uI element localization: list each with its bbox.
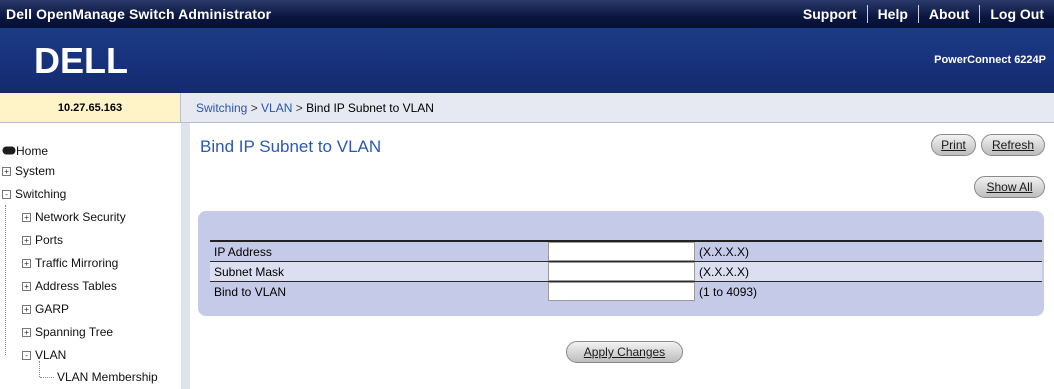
ip-address-label: IP Address	[210, 241, 548, 262]
bind-to-vlan-field[interactable]	[548, 282, 695, 301]
subnet-mask-hint: (X.X.X.X)	[695, 261, 1042, 282]
print-button[interactable]: Print	[931, 134, 976, 156]
breadcrumb-switching[interactable]: Switching	[196, 101, 247, 115]
breadcrumb-separator: >	[295, 101, 307, 115]
sidebar-item-label: GARP	[35, 302, 70, 316]
sidebar-item-label: Traffic Mirroring	[35, 256, 119, 270]
sidebar-item-label: System	[15, 164, 56, 178]
sidebar-item-switching[interactable]: - Switching	[2, 187, 66, 201]
app-title: Dell OpenManage Switch Administrator	[6, 6, 272, 22]
subnet-mask-label: Subnet Mask	[210, 261, 548, 282]
tree-line	[5, 205, 6, 355]
top-menu: Support Help About Log Out	[793, 0, 1054, 28]
tree-line	[40, 377, 54, 378]
sidebar-item-label: Switching	[15, 187, 67, 201]
logout-link[interactable]: Log Out	[980, 5, 1054, 23]
breadcrumb: Switching > VLAN > Bind IP Subnet to VLA…	[181, 93, 1054, 123]
sidebar-item-home[interactable]: Home	[2, 144, 48, 158]
sidebar-item-garp[interactable]: + GARP	[22, 302, 69, 316]
ip-address-hint: (X.X.X.X)	[695, 241, 1042, 262]
help-link[interactable]: Help	[868, 5, 918, 23]
sidebar-item-address-tables[interactable]: + Address Tables	[22, 279, 117, 293]
expand-icon[interactable]: +	[22, 328, 31, 337]
expand-icon[interactable]: +	[22, 282, 31, 291]
form-row-subnet-mask: Subnet Mask (X.X.X.X)	[210, 261, 1042, 282]
support-link[interactable]: Support	[793, 5, 867, 23]
expand-icon[interactable]: +	[22, 305, 31, 314]
dell-logo: DELL	[34, 40, 128, 80]
form-row-ip-address: IP Address (X.X.X.X)	[210, 241, 1042, 262]
sidebar-item-vlan[interactable]: - VLAN	[22, 348, 66, 362]
expand-icon[interactable]: +	[22, 213, 31, 222]
subnet-mask-field[interactable]	[548, 262, 695, 281]
refresh-button[interactable]: Refresh	[981, 134, 1045, 156]
sidebar-item-traffic-mirroring[interactable]: + Traffic Mirroring	[22, 256, 118, 270]
expand-icon[interactable]: +	[22, 236, 31, 245]
home-icon	[2, 146, 16, 155]
breadcrumb-current: Bind IP Subnet to VLAN	[306, 101, 434, 115]
form-row-bind-to-vlan: Bind to VLAN (1 to 4093)	[210, 281, 1042, 301]
switch-ip-address: 10.27.65.163	[0, 93, 181, 123]
sidebar-item-ports[interactable]: + Ports	[22, 233, 63, 247]
top-title-bar: Dell OpenManage Switch Administrator Sup…	[0, 0, 1054, 28]
collapse-icon[interactable]: -	[2, 190, 11, 199]
sidebar-item-system[interactable]: + System	[2, 164, 55, 178]
form-table: IP Address (X.X.X.X) Subnet Mask (X.X.X.…	[210, 240, 1042, 301]
sidebar-item-label: Ports	[35, 233, 64, 247]
sidebar-item-label: Spanning Tree	[35, 325, 114, 339]
bind-to-vlan-hint: (1 to 4093)	[695, 281, 1042, 301]
expand-icon[interactable]: +	[2, 167, 11, 176]
about-link[interactable]: About	[919, 5, 979, 23]
product-name: PowerConnect 6224P	[934, 54, 1046, 66]
breadcrumb-separator: >	[250, 101, 262, 115]
dell-logo-text: DELL	[34, 40, 128, 80]
sidebar-item-label: Home	[16, 144, 49, 158]
collapse-icon[interactable]: -	[22, 351, 31, 360]
tree-line	[39, 361, 40, 377]
bind-to-vlan-label: Bind to VLAN	[210, 281, 548, 301]
sidebar-item-label: VLAN	[35, 348, 67, 362]
expand-icon[interactable]: +	[22, 259, 31, 268]
apply-changes-button[interactable]: Apply Changes	[566, 341, 683, 363]
brand-bar: DELL PowerConnect 6224P	[0, 28, 1054, 93]
sidebar-item-network-security[interactable]: + Network Security	[22, 210, 126, 224]
ip-address-field[interactable]	[548, 242, 695, 261]
page-title: Bind IP Subnet to VLAN	[200, 137, 382, 156]
sidebar-item-label: VLAN Membership	[57, 370, 158, 384]
sidebar-item-label: Address Tables	[35, 279, 117, 293]
sidebar-item-label: Network Security	[35, 210, 126, 224]
breadcrumb-vlan[interactable]: VLAN	[261, 101, 292, 115]
show-all-button[interactable]: Show All	[974, 176, 1045, 198]
sidebar-item-vlan-membership[interactable]: VLAN Membership	[57, 370, 158, 384]
sidebar-item-spanning-tree[interactable]: + Spanning Tree	[22, 325, 113, 339]
